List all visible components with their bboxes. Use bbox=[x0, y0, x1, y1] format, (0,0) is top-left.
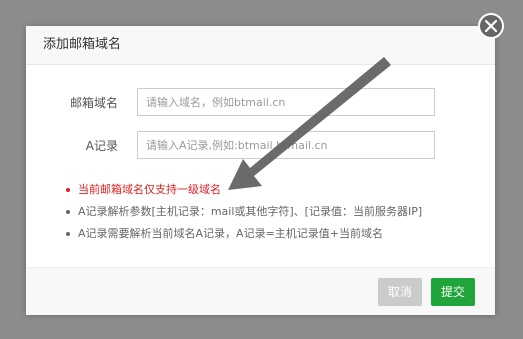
domain-input[interactable] bbox=[137, 88, 435, 116]
tip-item: 当前邮箱域名仅支持一级域名 bbox=[62, 179, 482, 201]
a-record-input[interactable] bbox=[137, 131, 435, 159]
domain-row: 邮箱域名 bbox=[26, 88, 495, 118]
add-mail-domain-dialog: 添加邮箱域名 邮箱域名 A记录 当前邮箱域名仅支持一级域名 A记录解析参数[主机… bbox=[26, 26, 495, 315]
tip-text: A记录需要解析当前域名A记录，A记录=主机记录值+当前域名 bbox=[78, 227, 384, 240]
dialog-title: 添加邮箱域名 bbox=[43, 37, 122, 52]
tip-text: 当前邮箱域名仅支持一级域名 bbox=[78, 183, 221, 196]
a-record-row: A记录 bbox=[26, 131, 495, 161]
bullet-icon bbox=[66, 188, 70, 192]
close-icon bbox=[485, 20, 497, 32]
bullet-icon bbox=[66, 232, 70, 236]
tip-text: A记录解析参数[主机记录：mail或其他字符]、[记录值：当前服务器IP] bbox=[78, 205, 423, 218]
tip-item: A记录解析参数[主机记录：mail或其他字符]、[记录值：当前服务器IP] bbox=[62, 201, 482, 223]
close-button[interactable] bbox=[478, 13, 504, 39]
dialog-footer: 取消 提交 bbox=[26, 267, 495, 315]
submit-button[interactable]: 提交 bbox=[431, 278, 475, 306]
cancel-button[interactable]: 取消 bbox=[378, 278, 422, 306]
tips-list: 当前邮箱域名仅支持一级域名 A记录解析参数[主机记录：mail或其他字符]、[记… bbox=[62, 179, 482, 245]
tip-item: A记录需要解析当前域名A记录，A记录=主机记录值+当前域名 bbox=[62, 223, 482, 245]
bullet-icon bbox=[66, 210, 70, 214]
a-record-label: A记录 bbox=[85, 139, 118, 153]
domain-label: 邮箱域名 bbox=[69, 96, 118, 110]
dialog-header: 添加邮箱域名 bbox=[26, 26, 495, 65]
